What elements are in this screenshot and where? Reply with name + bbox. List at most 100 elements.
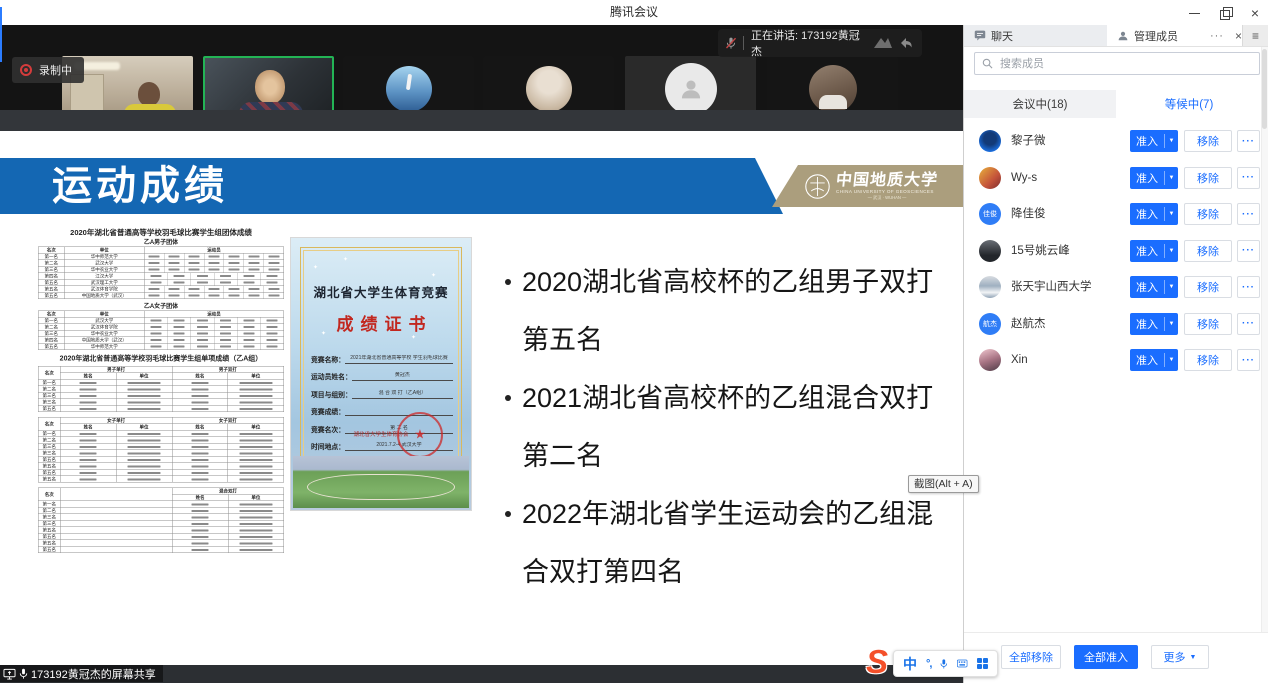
members-icon bbox=[1117, 30, 1129, 42]
chat-icon bbox=[974, 30, 986, 41]
certificate-field: 竞赛成绩： bbox=[311, 399, 453, 417]
chevron-down-icon: ▼ bbox=[1164, 134, 1178, 148]
bullet-line: 第五名 bbox=[522, 311, 952, 369]
speaking-label: 正在讲话: 173192黄冠杰 bbox=[751, 27, 865, 59]
panel-close-icon[interactable]: × bbox=[1235, 29, 1242, 43]
close-button[interactable]: × bbox=[1248, 6, 1262, 20]
admit-button[interactable]: 准入▼ bbox=[1130, 276, 1178, 298]
tab-manage-members[interactable]: 管理成员 ··· × bbox=[1107, 25, 1242, 46]
slide-title-banner: 运动成绩 bbox=[0, 158, 783, 214]
certificate-stamp-text: 湖北省大学生体育协会 bbox=[291, 430, 471, 438]
tab-chat[interactable]: 聊天 bbox=[964, 25, 1107, 46]
admit-button[interactable]: 准入▼ bbox=[1130, 203, 1178, 225]
shared-screen-band bbox=[0, 110, 963, 131]
remove-button[interactable]: 移除 bbox=[1184, 313, 1232, 335]
avatar: 佳俊 bbox=[979, 203, 1001, 225]
panel-scrollbar[interactable] bbox=[1261, 47, 1268, 632]
search-input[interactable] bbox=[998, 57, 1252, 71]
tencent-meeting-window: 腾讯会议 × 游茂林 bbox=[0, 0, 1268, 683]
panel-menu-icon[interactable]: ≡ bbox=[1242, 25, 1268, 46]
member-row: 15号姚云峰 准入▼ 移除 ··· bbox=[964, 233, 1268, 270]
results-tables: 2020年湖北省普通高等学校羽毛球比赛学生组团体成绩乙A男子团体名次单位运动员第… bbox=[38, 228, 284, 514]
row-more-button[interactable]: ··· bbox=[1237, 130, 1260, 152]
table-header: 2020年湖北省普通高等学校羽毛球比赛学生组团体成绩 bbox=[38, 228, 284, 238]
search-icon bbox=[982, 58, 993, 69]
chevron-down-icon: ▼ bbox=[1164, 353, 1178, 367]
subtab-waiting[interactable]: 等候中(7) bbox=[1116, 90, 1262, 118]
remove-all-button[interactable]: 全部移除 bbox=[1001, 645, 1061, 669]
avatar bbox=[979, 349, 1001, 371]
window-edge-accent bbox=[0, 7, 2, 62]
ime-toolbar[interactable]: 中 °, S bbox=[866, 644, 1000, 680]
university-emblem-icon bbox=[804, 173, 831, 200]
ime-punctuation-icon[interactable]: °, bbox=[926, 658, 931, 670]
row-more-button[interactable]: ··· bbox=[1237, 167, 1260, 189]
admit-button[interactable]: 准入▼ bbox=[1130, 313, 1178, 335]
admit-button[interactable]: 准入▼ bbox=[1130, 130, 1178, 152]
screen-share-label[interactable]: 173192黄冠杰的屏幕共享 bbox=[0, 665, 163, 682]
chevron-down-icon: ▼ bbox=[1164, 280, 1178, 294]
avatar: 航杰 bbox=[979, 313, 1001, 335]
team-results-table: 名次单位运动员第一名武汉大学第二名武汉体育学院第三名华中农业大学第四名中国地质大… bbox=[38, 311, 284, 351]
achievement-bullets: 2020湖北省高校杯的乙组男子双打第五名2021湖北省高校杯的乙组混合双打第二名… bbox=[522, 253, 952, 601]
avatar bbox=[979, 130, 1001, 152]
chevron-down-icon: ▼ bbox=[1164, 244, 1178, 258]
avatar bbox=[809, 65, 857, 113]
bullet-line: 2020湖北省高校杯的乙组男子双打 bbox=[522, 253, 952, 311]
row-more-button[interactable]: ··· bbox=[1237, 313, 1260, 335]
screen-share-icon bbox=[3, 668, 16, 680]
bullet-line: 第二名 bbox=[522, 427, 952, 485]
university-campus: — 武汉 · WUHAN — bbox=[836, 195, 938, 200]
screenshot-tooltip: 截图(Alt + A) bbox=[908, 475, 979, 493]
ime-language-mode[interactable]: 中 bbox=[903, 654, 917, 674]
table-header: 2020年湖北省普通高等学校羽毛球比赛学生组单项成绩（乙A组） bbox=[38, 353, 284, 363]
ime-keyboard-icon[interactable] bbox=[957, 658, 967, 669]
row-more-button[interactable]: ··· bbox=[1237, 203, 1260, 225]
ime-voice-icon[interactable] bbox=[940, 657, 948, 671]
titlebar: 腾讯会议 × bbox=[0, 0, 1268, 25]
certificate-field: 竞赛名称：2021年湖北省普通高等学校 学生羽毛球比赛 bbox=[311, 346, 453, 364]
admit-all-button[interactable]: 全部准入 bbox=[1074, 645, 1138, 669]
avatar bbox=[979, 276, 1001, 298]
more-button[interactable]: 更多▼ bbox=[1151, 645, 1209, 669]
subtab-in-meeting[interactable]: 会议中(18) bbox=[964, 90, 1116, 118]
remove-button[interactable]: 移除 bbox=[1184, 276, 1232, 298]
speaking-indicator: 正在讲话: 173192黄冠杰 bbox=[718, 29, 922, 57]
remove-button[interactable]: 移除 bbox=[1184, 167, 1232, 189]
minimize-button[interactable] bbox=[1188, 6, 1202, 20]
red-seal-icon bbox=[397, 412, 443, 458]
admit-button[interactable]: 准入▼ bbox=[1130, 349, 1178, 371]
slide-title: 运动成绩 bbox=[52, 158, 228, 214]
recording-badge[interactable]: 录制中 bbox=[12, 57, 84, 83]
member-name: 张天宇山西大学 bbox=[1011, 269, 1092, 306]
certificate-title: 湖北省大学生体育竞赛 bbox=[291, 282, 471, 301]
default-avatar-icon bbox=[665, 63, 717, 115]
remove-button[interactable]: 移除 bbox=[1184, 349, 1232, 371]
remove-button[interactable]: 移除 bbox=[1184, 130, 1232, 152]
avatar bbox=[386, 66, 432, 112]
restore-button[interactable] bbox=[1218, 6, 1232, 20]
admit-button[interactable]: 准入▼ bbox=[1130, 167, 1178, 189]
member-subtabs: 会议中(18) 等候中(7) bbox=[964, 90, 1268, 118]
sogou-logo[interactable]: S bbox=[866, 644, 888, 680]
remove-button[interactable]: 移除 bbox=[1184, 203, 1232, 225]
mixed-doubles-table: 名次混合双打姓名单位第一名第二名第三名第三名第五名第五名第五名第五名 bbox=[38, 488, 284, 554]
remove-button[interactable]: 移除 bbox=[1184, 240, 1232, 262]
team-results-table: 名次单位运动员第一名华中师范大学第二名武汉大学第三名华中农业大学第四名江汉大学第… bbox=[38, 247, 284, 300]
panel-more-icon[interactable]: ··· bbox=[1210, 30, 1224, 42]
avatar bbox=[526, 66, 572, 112]
row-more-button[interactable]: ··· bbox=[1237, 240, 1260, 262]
member-row: 黎子微 准入▼ 移除 ··· bbox=[964, 123, 1268, 160]
chevron-down-icon: ▼ bbox=[1164, 171, 1178, 185]
row-more-button[interactable]: ··· bbox=[1237, 349, 1260, 371]
bullet-line: 2022年湖北省学生运动会的乙组混 bbox=[522, 485, 952, 543]
row-more-button[interactable]: ··· bbox=[1237, 276, 1260, 298]
admit-button[interactable]: 准入▼ bbox=[1130, 240, 1178, 262]
member-name: 15号姚云峰 bbox=[1011, 233, 1070, 270]
university-name-zh: 中国地质大学 bbox=[835, 172, 939, 189]
screen-share-bar: 173192黄冠杰的屏幕共享 bbox=[0, 665, 963, 683]
bullet-line: 2021湖北省高校杯的乙组混合双打 bbox=[522, 369, 952, 427]
chevron-down-icon: ▼ bbox=[1190, 654, 1197, 661]
member-row: 航杰 赵航杰 准入▼ 移除 ··· bbox=[964, 306, 1268, 343]
ime-toolbox-icon[interactable] bbox=[977, 658, 989, 670]
